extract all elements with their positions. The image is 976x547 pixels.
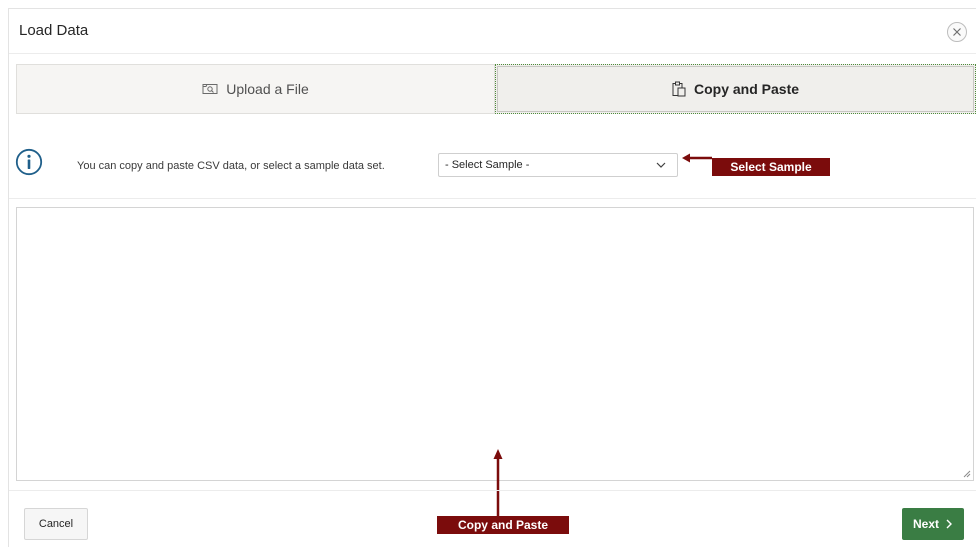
sample-select-value: - Select Sample - — [445, 159, 530, 171]
info-row: You can copy and paste CSV data, or sele… — [9, 129, 976, 199]
next-button[interactable]: Next — [902, 508, 964, 540]
source-tabs: Upload a File Copy and Paste — [16, 64, 976, 114]
paste-data-textarea[interactable] — [16, 207, 974, 481]
tab-copy-and-paste-label: Copy and Paste — [693, 81, 800, 97]
close-button[interactable] — [947, 22, 967, 42]
info-text: You can copy and paste CSV data, or sele… — [77, 160, 385, 172]
info-icon — [15, 148, 43, 176]
chevron-down-icon — [656, 162, 666, 168]
dialog-title: Load Data — [19, 22, 89, 39]
tab-upload-file-label: Upload a File — [226, 81, 309, 97]
select-sample-callout: Select Sample — [712, 158, 830, 176]
load-data-dialog: Load Data Upload a File Copy and Paste Y… — [8, 8, 976, 547]
footer-divider — [9, 490, 976, 491]
resize-grip-icon[interactable] — [962, 469, 971, 478]
sample-select[interactable]: - Select Sample - — [438, 153, 678, 177]
select-sample-arrow-icon — [682, 153, 712, 163]
dialog-titlebar: Load Data — [9, 9, 976, 54]
copy-and-paste-callout: Copy and Paste — [437, 516, 569, 534]
clipboard-icon — [672, 81, 686, 97]
close-icon — [953, 28, 961, 36]
cancel-button[interactable]: Cancel — [24, 508, 88, 540]
tab-upload-file[interactable]: Upload a File — [16, 64, 495, 114]
chevron-right-icon — [946, 519, 952, 529]
next-button-label: Next — [912, 517, 939, 531]
tab-copy-and-paste[interactable]: Copy and Paste — [495, 64, 976, 114]
copy-paste-arrow-icon — [493, 449, 503, 516]
upload-file-icon — [202, 83, 218, 95]
